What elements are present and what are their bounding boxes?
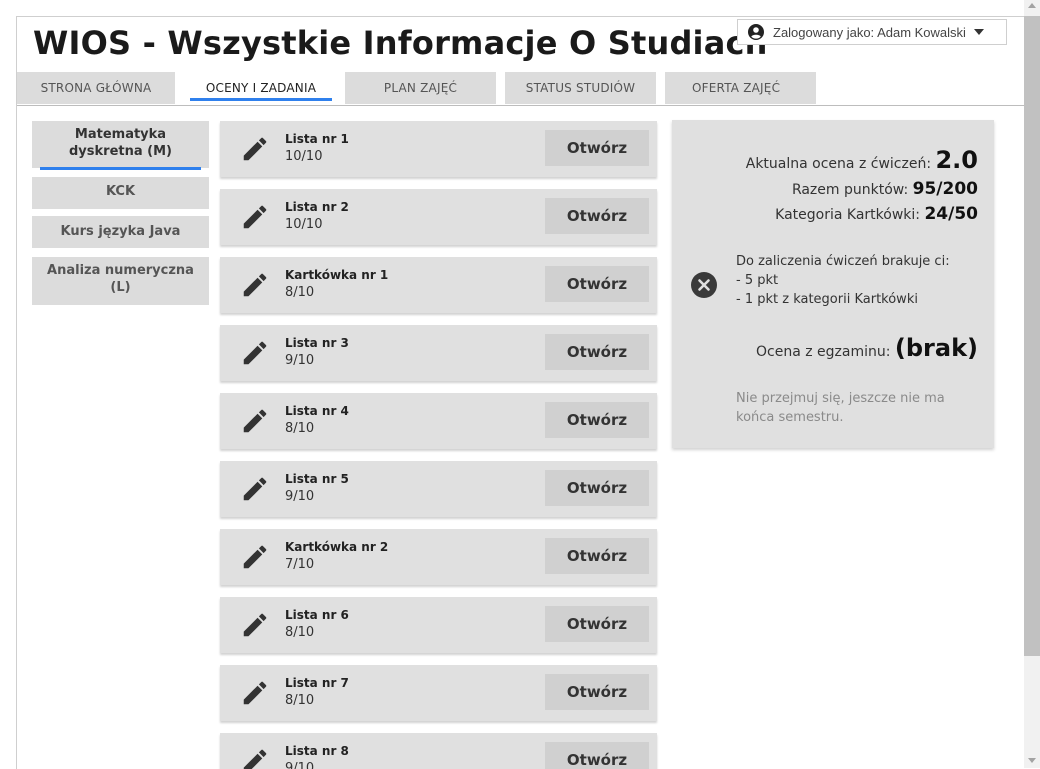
open-task-button[interactable]: Otwórz: [545, 402, 649, 438]
task-name: Lista nr 1: [285, 132, 349, 146]
open-task-button[interactable]: Otwórz: [545, 606, 649, 642]
task-score: 8/10: [285, 285, 315, 300]
pencil-icon: [243, 749, 267, 769]
open-task-button[interactable]: Otwórz: [545, 470, 649, 506]
task-score: 10/10: [285, 217, 323, 232]
tab-oferta-zajec[interactable]: OFERTA ZAJĘĆ: [665, 72, 816, 104]
task-name: Lista nr 3: [285, 336, 349, 350]
close-circle-icon: [691, 272, 717, 298]
task-score: 9/10: [285, 489, 315, 504]
open-task-button[interactable]: Otwórz: [545, 130, 649, 166]
exam-grade-value: (brak): [894, 334, 978, 362]
encouragement-text: Nie przejmuj się, jeszcze nie ma końca s…: [736, 391, 945, 425]
total-points-value: 95/200: [912, 179, 978, 199]
tab-strona-glowna[interactable]: STRONA GŁÓWNA: [17, 72, 175, 104]
task-name: Lista nr 7: [285, 676, 349, 690]
active-tab-indicator: [190, 98, 332, 101]
pencil-icon: [243, 409, 267, 433]
missing-requirements: Do zaliczenia ćwiczeń brakuje ci: - 5 pk…: [736, 254, 950, 307]
task-name: Lista nr 5: [285, 472, 349, 486]
open-task-button[interactable]: Otwórz: [545, 674, 649, 710]
task-score: 10/10: [285, 149, 323, 164]
current-grade-row: Aktualna ocena z ćwiczeń: 2.0: [745, 146, 978, 174]
task-card: Lista nr 2 10/10 Otwórz: [220, 189, 657, 245]
task-score: 7/10: [285, 557, 315, 572]
sidebar-item-analiza-numeryczna[interactable]: Analiza numeryczna (L): [32, 257, 209, 305]
category-value: 24/50: [924, 204, 978, 224]
open-task-button[interactable]: Otwórz: [545, 742, 649, 769]
task-name: Kartkówka nr 2: [285, 540, 389, 554]
total-points-row: Razem punktów: 95/200: [791, 179, 978, 199]
task-score: 8/10: [285, 625, 315, 640]
current-grade-value: 2.0: [935, 146, 978, 174]
main-nav: STRONA GŁÓWNA OCENY I ZADANIA PLAN ZAJĘĆ…: [17, 72, 1025, 106]
tab-status-studiow[interactable]: STATUS STUDIÓW: [505, 72, 656, 104]
task-score: 8/10: [285, 693, 315, 708]
exam-grade-row: Ocena z egzaminu: (brak): [755, 334, 978, 362]
open-task-button[interactable]: Otwórz: [545, 334, 649, 370]
task-card: Lista nr 4 8/10 Otwórz: [220, 393, 657, 449]
task-name: Lista nr 2: [285, 200, 349, 214]
open-task-button[interactable]: Otwórz: [545, 198, 649, 234]
pencil-icon: [243, 341, 267, 365]
pencil-icon: [243, 681, 267, 705]
page-title: WIOS - Wszystkie Informacje O Studiach: [33, 24, 768, 62]
active-subject-indicator: [40, 167, 201, 170]
task-card: Lista nr 5 9/10 Otwórz: [220, 461, 657, 517]
tab-plan-zajec[interactable]: PLAN ZAJĘĆ: [345, 72, 496, 104]
app-window: WIOS - Wszystkie Informacje O Studiach Z…: [16, 16, 1025, 769]
user-label: Zalogowany jako: Adam Kowalski: [773, 24, 966, 40]
task-score: 8/10: [285, 421, 315, 436]
pencil-icon: [243, 273, 267, 297]
pencil-icon: [243, 545, 267, 569]
pencil-icon: [243, 477, 267, 501]
scroll-down-arrow-icon[interactable]: [1028, 758, 1036, 763]
category-row: Kategoria Kartkówki: 24/50: [775, 204, 978, 224]
open-task-button[interactable]: Otwórz: [545, 266, 649, 302]
caret-down-icon: [973, 29, 984, 35]
sidebar-item-kurs-jezyka-java[interactable]: Kurs języka Java: [32, 216, 209, 248]
pencil-icon: [243, 205, 267, 229]
task-score: 9/10: [285, 353, 315, 368]
task-card: Lista nr 1 10/10 Otwórz: [220, 121, 657, 177]
user-menu-button[interactable]: Zalogowany jako: Adam Kowalski: [737, 19, 1007, 45]
sidebar-item-kck[interactable]: KCK: [32, 177, 209, 209]
task-card: Kartkówka nr 2 7/10 Otwórz: [220, 529, 657, 585]
task-name: Kartkówka nr 1: [285, 268, 389, 282]
pencil-icon: [243, 137, 267, 161]
task-card: Kartkówka nr 1 8/10 Otwórz: [220, 257, 657, 313]
grades-summary-panel: Aktualna ocena z ćwiczeń: 2.0 Razem punk…: [672, 120, 994, 448]
sidebar-item-matematyka-dyskretna[interactable]: Matematyka dyskretna (M): [32, 121, 209, 170]
task-name: Lista nr 6: [285, 608, 349, 622]
task-name: Lista nr 4: [285, 404, 349, 418]
scrollbar-thumb[interactable]: [1024, 16, 1040, 656]
scroll-up-arrow-icon[interactable]: [1028, 3, 1036, 8]
task-name: Lista nr 8: [285, 744, 349, 758]
user-circle-icon: [748, 24, 764, 40]
task-card: Lista nr 3 9/10 Otwórz: [220, 325, 657, 381]
pencil-icon: [243, 613, 267, 637]
task-card: Lista nr 8 9/10 Otwórz: [220, 733, 657, 769]
task-card: Lista nr 7 8/10 Otwórz: [220, 665, 657, 721]
task-card: Lista nr 6 8/10 Otwórz: [220, 597, 657, 653]
vertical-scrollbar[interactable]: [1024, 0, 1040, 768]
tab-oceny-i-zadania[interactable]: OCENY I ZADANIA: [185, 72, 337, 104]
open-task-button[interactable]: Otwórz: [545, 538, 649, 574]
